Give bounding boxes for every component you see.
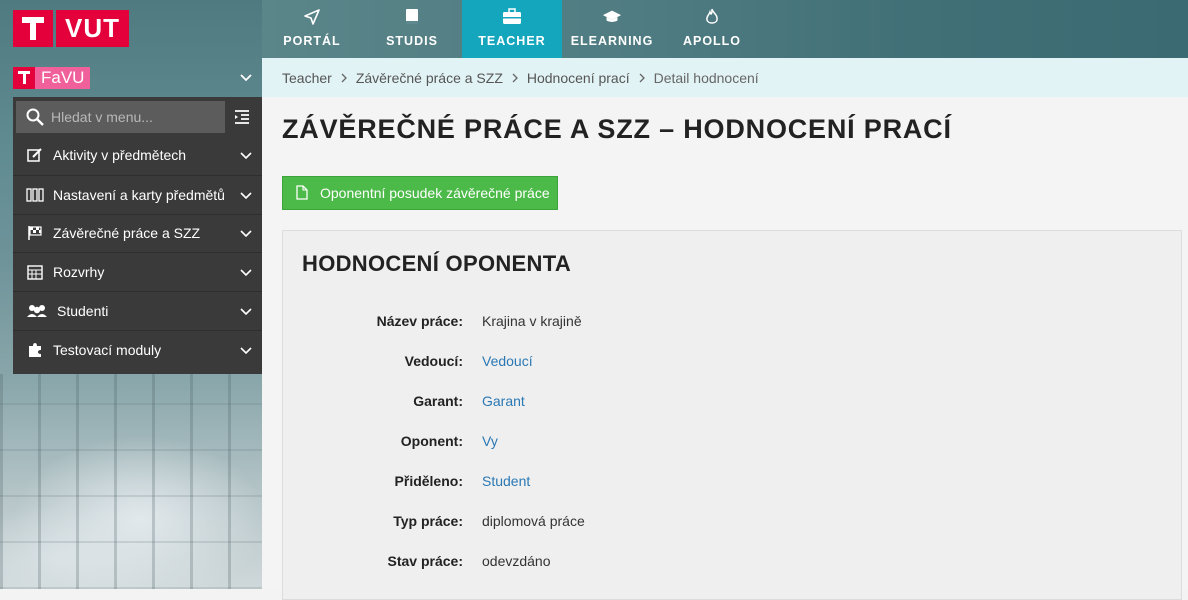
detail-row-title: Název práce: Krajina v krajině: [283, 301, 1183, 341]
sidebar-menu: Aktivity v předmětech Nastavení a karty …: [13, 136, 262, 369]
chevron-down-icon: [240, 342, 252, 358]
faculty-selector[interactable]: FaVU: [13, 60, 262, 96]
sidebar-item-label: Rozvrhy: [53, 264, 105, 281]
chevron-down-icon: [240, 187, 252, 203]
student-link[interactable]: Student: [482, 473, 530, 489]
nav-label: APOLLO: [682, 34, 742, 48]
nav-label: TEACHER: [478, 34, 546, 48]
chevron-down-icon: [240, 303, 252, 319]
vut-logo-mark: [13, 10, 53, 47]
search-input[interactable]: [45, 101, 234, 133]
detail-row-type: Typ práce: diplomová práce: [283, 501, 1183, 541]
detail-label: Typ práce:: [393, 513, 463, 529]
flame-icon: [702, 7, 722, 27]
detail-label: Přiděleno:: [394, 473, 463, 489]
detail-value: diplomová práce: [482, 513, 585, 529]
detail-label: Garant:: [413, 393, 463, 409]
detail-row-supervisor: Vedoucí: Vedoucí: [283, 341, 1183, 381]
nav-elearning[interactable]: ELEARNING: [562, 0, 662, 58]
panel-title: HODNOCENÍ OPONENTA: [302, 251, 572, 276]
detail-row-status: Stav práce: odevzdáno: [283, 541, 1183, 581]
faculty-name: FaVU: [35, 67, 91, 89]
collapse-menu-icon[interactable]: [232, 107, 252, 127]
calendar-icon: [26, 263, 44, 281]
nav-label: ELEARNING: [570, 34, 654, 48]
file-icon: [296, 185, 310, 201]
breadcrumb-zaverecne-prace[interactable]: Závěrečné práce a SZZ: [356, 70, 503, 86]
search-icon: [25, 107, 45, 127]
faculty-badge: FaVU: [13, 67, 91, 89]
chevron-down-icon: [240, 147, 252, 163]
sidebar-item-studenti[interactable]: Studenti: [13, 291, 262, 330]
supervisor-link[interactable]: Vedoucí: [482, 353, 533, 369]
detail-row-assigned: Přiděleno: Student: [283, 461, 1183, 501]
book-icon: [402, 7, 422, 27]
nav-apollo[interactable]: APOLLO: [662, 0, 762, 58]
sidebar: Aktivity v předmětech Nastavení a karty …: [13, 97, 262, 374]
breadcrumb-teacher[interactable]: Teacher: [282, 70, 332, 86]
sidebar-item-zaverecne-prace[interactable]: Závěrečné práce a SZZ: [13, 213, 262, 253]
detail-label: Oponent:: [400, 433, 463, 449]
graduation-cap-icon: [602, 7, 622, 27]
sidebar-item-label: Nastavení a karty předmětů: [53, 186, 225, 203]
nav-portal[interactable]: PORTÁL: [262, 0, 362, 58]
opponent-review-button-label: Oponentní posudek závěrečné práce: [320, 185, 550, 201]
vut-logo-text: VUT: [56, 10, 129, 47]
breadcrumb-hodnoceni-praci[interactable]: Hodnocení prací: [527, 70, 630, 86]
nav-label: STUDIS: [386, 34, 438, 48]
detail-value: odevzdáno: [482, 553, 551, 569]
nav-teacher[interactable]: TEACHER: [462, 0, 562, 58]
opponent-review-button[interactable]: Oponentní posudek závěrečné práce: [282, 176, 558, 210]
chevron-right-icon: [639, 73, 645, 83]
detail-row-opponent: Oponent: Vy: [283, 421, 1183, 461]
sidebar-item-label: Studenti: [57, 303, 109, 320]
puzzle-icon: [26, 341, 44, 359]
guarantor-link[interactable]: Garant: [482, 393, 525, 409]
briefcase-icon: [502, 7, 522, 27]
sidebar-item-nastaveni[interactable]: Nastavení a karty předmětů: [13, 174, 262, 214]
chevron-down-icon: [240, 225, 252, 241]
nav-label: PORTÁL: [283, 34, 341, 48]
binders-icon: [26, 186, 44, 204]
sidebar-item-testovaci-moduly[interactable]: Testovací moduly: [13, 329, 262, 369]
vut-logo[interactable]: VUT: [13, 10, 129, 47]
detail-value: Krajina v krajině: [482, 313, 582, 329]
breadcrumb-detail-hodnoceni: Detail hodnocení: [653, 69, 759, 86]
chevron-right-icon: [512, 73, 518, 83]
sidebar-item-label: Testovací moduly: [53, 341, 162, 358]
send-icon: [302, 7, 322, 27]
detail-label: Vedoucí:: [404, 353, 463, 369]
opponent-link[interactable]: Vy: [482, 433, 498, 449]
detail-row-guarantor: Garant: Garant: [283, 381, 1183, 421]
page-title: ZÁVĚREČNÉ PRÁCE A SZZ – HODNOCENÍ PRACÍ: [282, 114, 952, 144]
thesis-details: Název práce: Krajina v krajině Vedoucí: …: [283, 301, 1183, 581]
flag-checkered-icon: [26, 224, 44, 242]
background-photo-detail: [0, 374, 262, 589]
sidebar-item-aktivity[interactable]: Aktivity v předmětech: [13, 136, 262, 175]
breadcrumb: Teacher Závěrečné práce a SZZ Hodnocení …: [262, 58, 1188, 97]
faculty-logo-mark: [13, 67, 35, 89]
menu-search: [16, 101, 234, 133]
chevron-down-icon: [240, 264, 252, 280]
top-navigation: PORTÁL STUDIS TEACHER ELEARNING APOLLO: [262, 0, 762, 58]
detail-label: Název práce:: [376, 313, 463, 329]
sidebar-item-rozvrhy[interactable]: Rozvrhy: [13, 252, 262, 291]
opponent-evaluation-panel: HODNOCENÍ OPONENTA Název práce: Krajina …: [282, 230, 1182, 600]
edit-icon: [26, 146, 44, 164]
chevron-down-icon: [240, 69, 252, 87]
chevron-right-icon: [341, 73, 347, 83]
nav-studis[interactable]: STUDIS: [362, 0, 462, 58]
detail-label: Stav práce:: [387, 553, 463, 569]
sidebar-item-label: Aktivity v předmětech: [53, 147, 187, 164]
users-icon: [26, 302, 48, 320]
sidebar-item-label: Závěrečné práce a SZZ: [53, 225, 201, 242]
main-content: ZÁVĚREČNÉ PRÁCE A SZZ – HODNOCENÍ PRACÍ …: [262, 97, 1188, 600]
